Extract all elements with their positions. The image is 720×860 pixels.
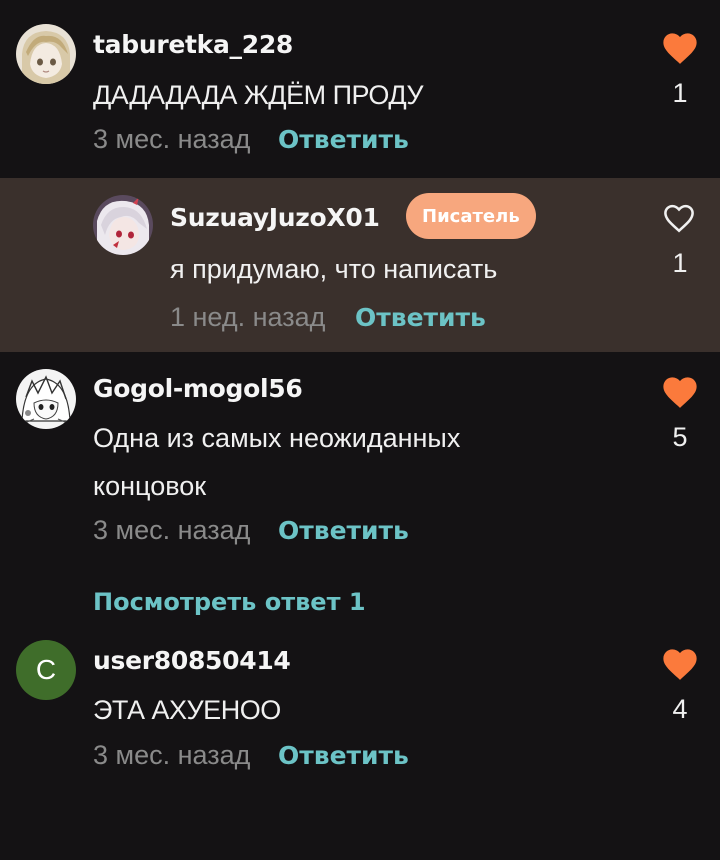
comment-timestamp: 1 нед. назад (170, 302, 326, 332)
heart-filled-icon[interactable] (661, 374, 699, 410)
reply-button[interactable]: Ответить (355, 303, 486, 332)
letter-avatar[interactable]: C (16, 640, 76, 700)
like-count: 4 (672, 694, 688, 724)
comment-text: ЭТА АХУЕНОО (93, 695, 281, 725)
reply-button[interactable]: Ответить (278, 516, 409, 545)
like-count: 1 (672, 78, 688, 108)
comment-text: я придумаю, что написать (170, 254, 498, 284)
comment-timestamp: 3 мес. назад (93, 515, 251, 545)
anime-avatar-icon[interactable] (16, 369, 76, 429)
comment-item: taburetka_228 ДАДАДАДА ЖДЁМ ПРОДУ 3 мес.… (0, 0, 720, 178)
heart-outline-icon[interactable] (662, 202, 696, 234)
heart-filled-icon[interactable] (661, 30, 699, 66)
comment-timestamp: 3 мес. назад (93, 740, 251, 770)
comment-timestamp: 3 мес. назад (93, 124, 251, 154)
like-count: 5 (672, 422, 688, 452)
reply-comment-item: SuzuayJuzoX01 Писатель я придумаю, что н… (0, 178, 720, 352)
username[interactable]: user80850414 (93, 646, 291, 675)
username[interactable]: SuzuayJuzoX01 (170, 203, 380, 232)
anime-avatar-icon[interactable] (93, 195, 153, 255)
like-count: 1 (672, 248, 688, 278)
username[interactable]: Gogol-mogol56 (93, 374, 303, 403)
heart-filled-icon[interactable] (661, 646, 699, 682)
comment-item: C user80850414 ЭТА АХУЕНОО 3 мес. назад … (0, 632, 720, 832)
reply-button[interactable]: Ответить (278, 741, 409, 770)
writer-badge: Писатель (406, 193, 536, 239)
comment-text: ДАДАДАДА ЖДЁМ ПРОДУ (93, 80, 424, 110)
reply-button[interactable]: Ответить (278, 125, 409, 154)
comment-text: Одна из самых неожиданных концовок (93, 423, 461, 501)
username[interactable]: taburetka_228 (93, 30, 293, 59)
view-replies-link[interactable]: Посмотреть ответ 1 (93, 588, 366, 616)
anime-avatar-icon[interactable] (16, 24, 76, 84)
